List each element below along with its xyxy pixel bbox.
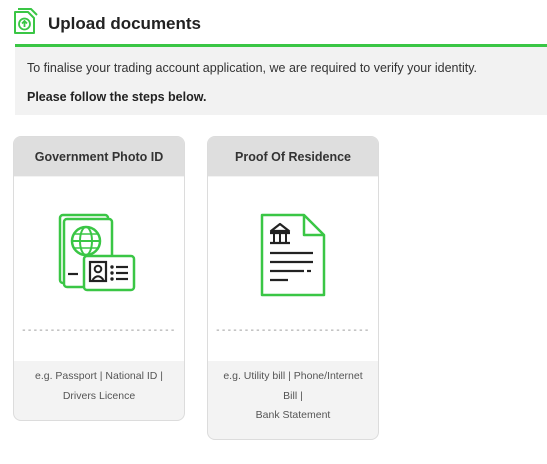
card-title: Proof Of Residence — [208, 137, 378, 176]
card-divider: ------------------------------ — [21, 325, 177, 336]
card-divider: ------------------------------ — [215, 325, 371, 336]
upload-document-icon — [12, 7, 48, 40]
card-title: Government Photo ID — [14, 137, 184, 176]
instructions-text: To finalise your trading account applica… — [27, 61, 478, 75]
card-hint-line: e.g. Passport | National ID | — [34, 370, 163, 382]
card-hint-line: Bill | — [283, 389, 303, 402]
card-hint: e.g. Utility bill | Phone/Internet Bill … — [212, 367, 374, 426]
instructions-emphasis: Please follow the steps below. — [27, 90, 207, 104]
card-hint: e.g. Passport | National ID | Drivers Li… — [18, 367, 180, 406]
government-photo-id-card[interactable]: Government Photo ID --------------------… — [13, 136, 185, 421]
instructions-panel: To finalise your trading account applica… — [15, 47, 547, 115]
page-title: Upload documents — [48, 13, 202, 33]
card-hint-line: e.g. Utility bill | Phone/Internet — [223, 370, 363, 382]
card-body: ------------------------------ — [14, 177, 184, 361]
card-body: ------------------------------ — [208, 177, 378, 361]
card-hint-line: Drivers Licence — [62, 389, 136, 402]
card-hint-line: Bank Statement — [255, 409, 331, 421]
proof-of-residence-card[interactable]: Proof Of Residence ---------------------… — [207, 136, 379, 440]
page-header: Upload documents — [12, 7, 201, 40]
